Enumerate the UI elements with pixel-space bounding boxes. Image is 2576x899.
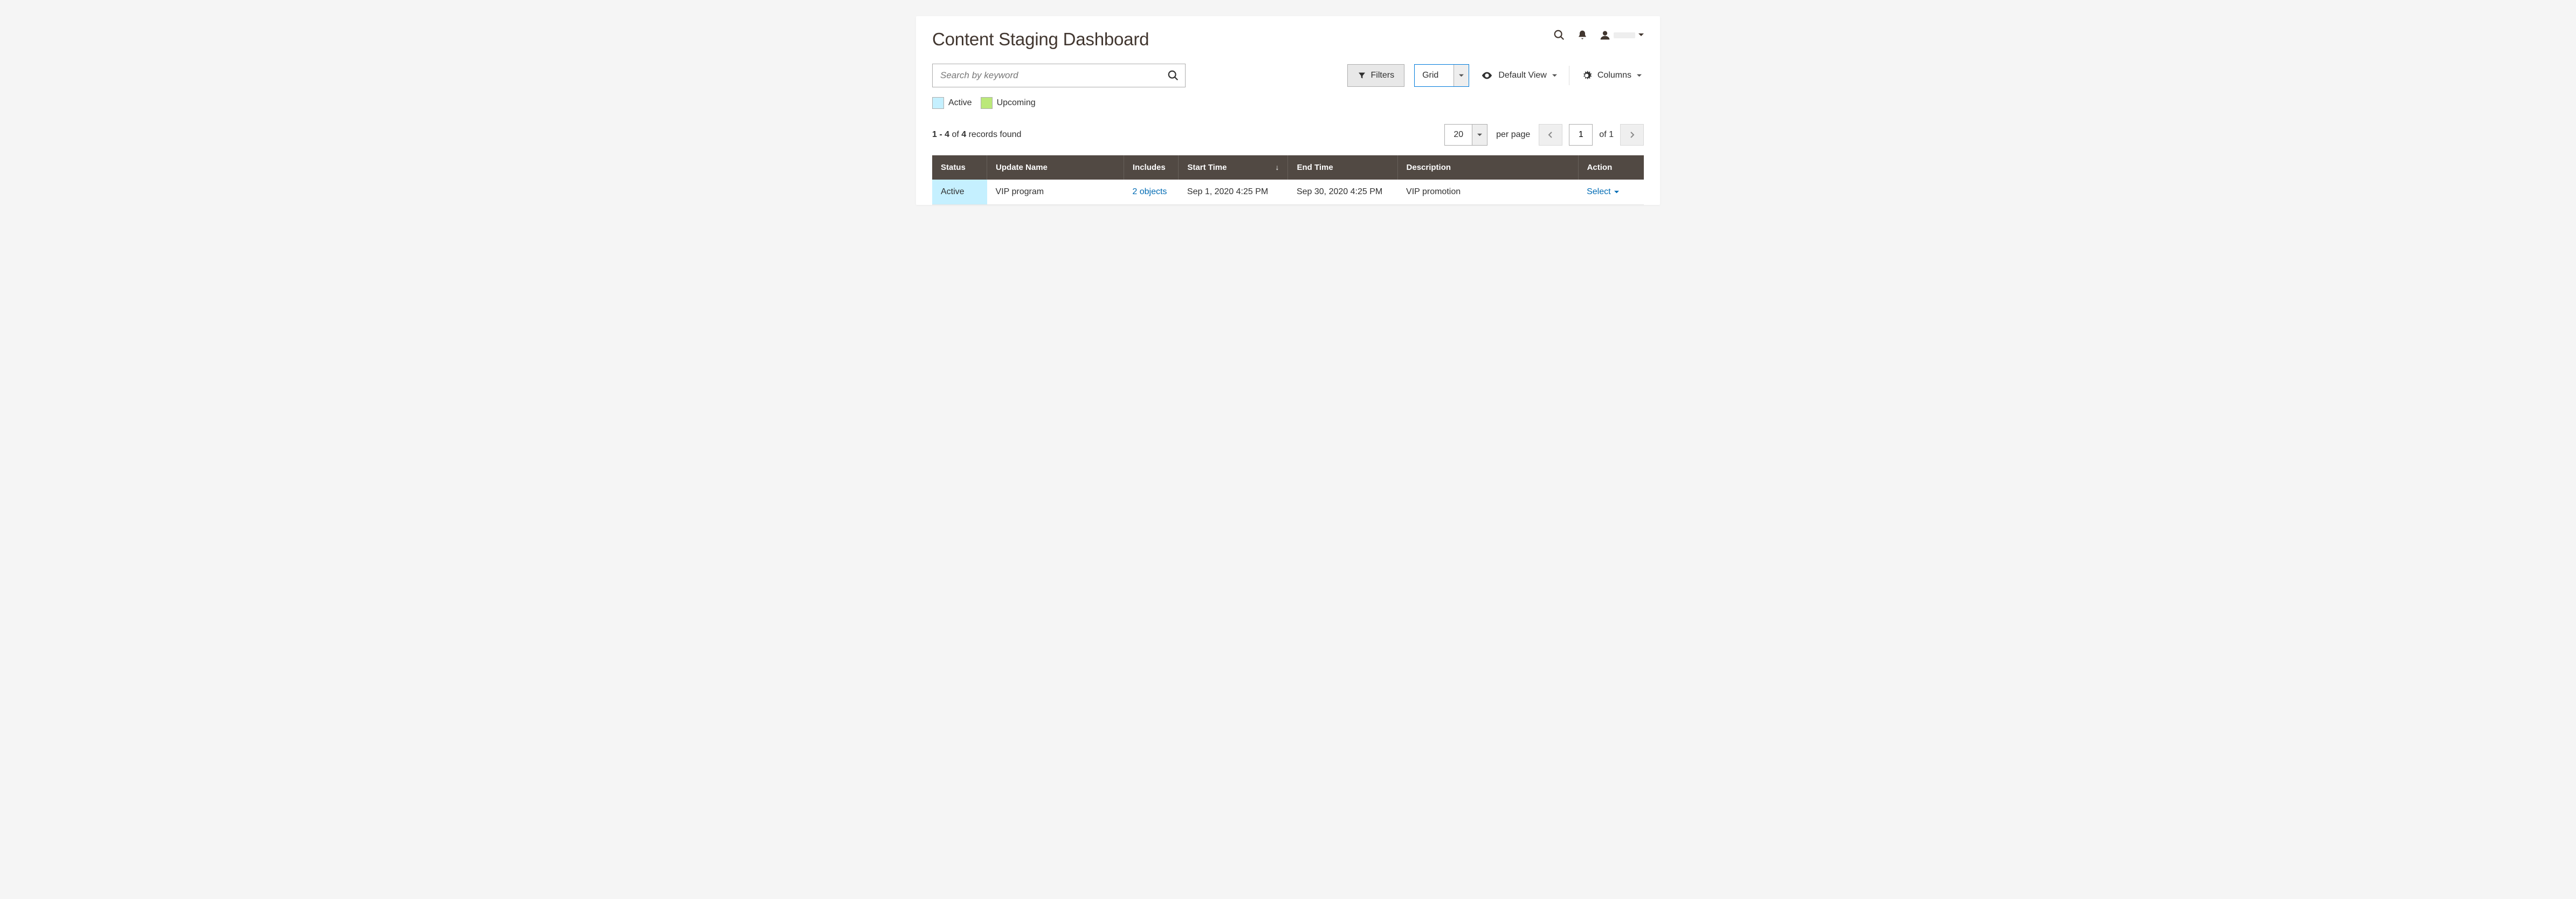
of-pages: of 1 — [1599, 130, 1614, 140]
records-text: 1 - 4 of 4 records found — [932, 130, 1021, 140]
filters-label: Filters — [1371, 71, 1395, 80]
includes-link[interactable]: 2 objects — [1132, 187, 1167, 196]
pager-nav: of 1 — [1539, 124, 1644, 146]
per-page-label: per page — [1496, 130, 1530, 140]
page-card: Content Staging Dashboard F — [916, 16, 1660, 205]
col-header-status[interactable]: Status — [932, 155, 987, 180]
pager-controls: 20 per page of 1 — [1444, 124, 1644, 146]
page-size-select[interactable]: 20 — [1444, 124, 1487, 146]
col-header-includes[interactable]: Includes — [1124, 155, 1179, 180]
top-icons — [1553, 29, 1644, 41]
swatch-active — [932, 97, 944, 109]
page-header: Content Staging Dashboard — [916, 29, 1660, 64]
col-header-update-name[interactable]: Update Name — [987, 155, 1124, 180]
table-row[interactable]: Active VIP program 2 objects Sep 1, 2020… — [932, 180, 1644, 205]
bell-icon[interactable] — [1577, 30, 1588, 40]
col-header-start-time[interactable]: Start Time↓ — [1179, 155, 1288, 180]
default-view-label: Default View — [1498, 71, 1547, 80]
search-icon — [1167, 70, 1179, 81]
action-select[interactable]: Select — [1587, 187, 1635, 197]
columns-control[interactable]: Columns — [1579, 70, 1644, 81]
cell-start-time: Sep 1, 2020 4:25 PM — [1179, 180, 1288, 205]
search-box — [932, 64, 1186, 87]
grid-header: Status Update Name Includes Start Time↓ … — [932, 155, 1644, 180]
data-grid: Status Update Name Includes Start Time↓ … — [932, 155, 1644, 205]
eye-icon — [1481, 70, 1493, 81]
records-total: 4 — [961, 130, 966, 139]
col-header-description[interactable]: Description — [1397, 155, 1578, 180]
toolbar: Filters Grid Default View Columns — [916, 64, 1660, 95]
right-controls: Filters Grid Default View Columns — [1347, 64, 1644, 87]
swatch-upcoming — [981, 97, 993, 109]
col-header-end-time[interactable]: End Time — [1288, 155, 1397, 180]
chevron-down-icon — [1614, 190, 1619, 195]
legend: Active Upcoming — [916, 95, 1660, 114]
gear-icon — [1581, 70, 1592, 81]
page-title: Content Staging Dashboard — [932, 29, 1149, 50]
search-icon[interactable] — [1553, 29, 1565, 41]
legend-active: Active — [932, 97, 972, 109]
chevron-down-icon — [1637, 73, 1642, 78]
default-view-control[interactable]: Default View — [1479, 70, 1559, 81]
user-name-placeholder — [1614, 32, 1635, 38]
records-range: 1 - 4 — [932, 130, 949, 139]
cell-description: VIP promotion — [1397, 180, 1578, 205]
cell-action: Select — [1578, 180, 1644, 205]
funnel-icon — [1358, 71, 1366, 80]
legend-upcoming: Upcoming — [981, 97, 1036, 109]
layout-select[interactable]: Grid — [1414, 64, 1469, 87]
cell-includes: 2 objects — [1124, 180, 1179, 205]
page-input[interactable] — [1569, 124, 1593, 146]
chevron-down-icon — [1472, 125, 1487, 145]
user-icon — [1600, 30, 1610, 40]
chevron-down-icon — [1454, 65, 1469, 86]
filters-button[interactable]: Filters — [1347, 64, 1405, 87]
records-row: 1 - 4 of 4 records found 20 per page of … — [916, 114, 1660, 155]
chevron-down-icon — [1552, 73, 1557, 78]
cell-update-name: VIP program — [987, 180, 1124, 205]
legend-upcoming-label: Upcoming — [997, 98, 1036, 108]
sort-arrow-down-icon: ↓ — [1275, 163, 1279, 171]
chevron-down-icon — [1638, 32, 1644, 38]
prev-page-button[interactable] — [1539, 124, 1562, 146]
legend-active-label: Active — [948, 98, 972, 108]
search-button[interactable] — [1165, 67, 1181, 84]
col-header-action[interactable]: Action — [1578, 155, 1644, 180]
layout-select-value: Grid — [1415, 71, 1454, 80]
cell-status: Active — [932, 180, 987, 205]
search-input[interactable] — [932, 64, 1186, 87]
columns-label: Columns — [1597, 71, 1631, 80]
user-menu[interactable] — [1600, 30, 1644, 40]
cell-end-time: Sep 30, 2020 4:25 PM — [1288, 180, 1397, 205]
next-page-button[interactable] — [1620, 124, 1644, 146]
page-size-value: 20 — [1445, 130, 1472, 140]
